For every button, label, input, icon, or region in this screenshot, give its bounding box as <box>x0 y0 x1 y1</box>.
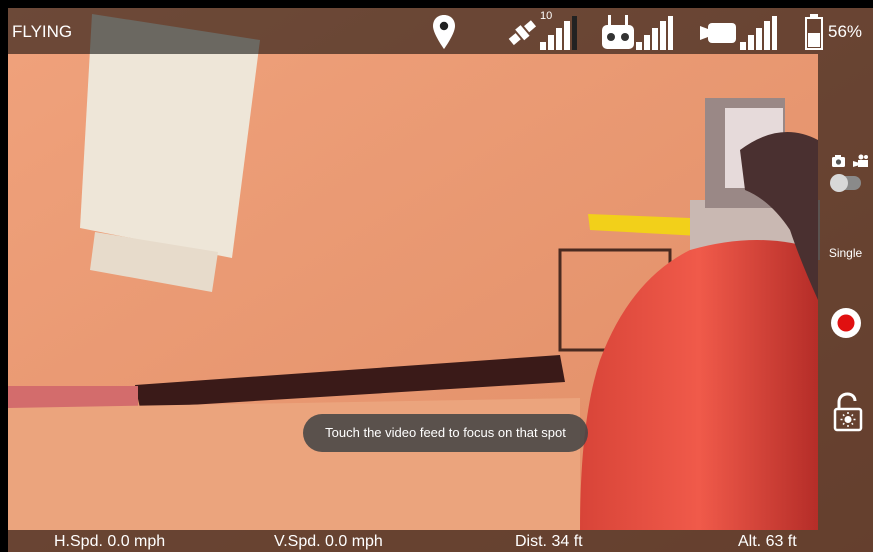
controller-signal-bars-icon <box>636 16 673 50</box>
photo-camera-icon[interactable] <box>831 154 846 168</box>
satellite-icon <box>508 20 537 46</box>
gps-signal-bars-icon <box>540 16 577 50</box>
altitude-readout: Alt. 63 ft <box>738 533 797 550</box>
shoot-mode-label[interactable]: Single <box>818 246 873 260</box>
flight-status: FLYING <box>12 22 73 41</box>
photo-video-toggle[interactable] <box>830 174 861 192</box>
camera-controls-sidebar: Single <box>818 54 873 530</box>
lock-icon[interactable] <box>833 392 863 432</box>
top-status-bar: FLYING 10 56% <box>8 8 873 54</box>
video-camera-icon <box>700 23 736 43</box>
video-feed[interactable] <box>0 0 873 552</box>
distance-readout: Dist. 34 ft <box>515 533 583 550</box>
record-button-icon[interactable] <box>830 307 862 339</box>
location-pin-icon <box>433 15 455 49</box>
remote-controller-icon <box>602 15 634 49</box>
toggle-knob <box>830 174 848 192</box>
horizontal-speed: H.Spd. 0.0 mph <box>54 533 166 550</box>
battery-icon <box>805 14 823 50</box>
video-signal-bars-icon <box>740 16 777 50</box>
telemetry-bar: H.Spd. 0.0 mph V.Spd. 0.0 mph Dist. 34 f… <box>8 530 873 552</box>
focus-hint-toast: Touch the video feed to focus on that sp… <box>303 414 588 452</box>
battery-percentage: 56% <box>828 22 863 41</box>
vertical-speed: V.Spd. 0.0 mph <box>274 533 383 550</box>
video-mode-icon[interactable] <box>853 154 869 168</box>
